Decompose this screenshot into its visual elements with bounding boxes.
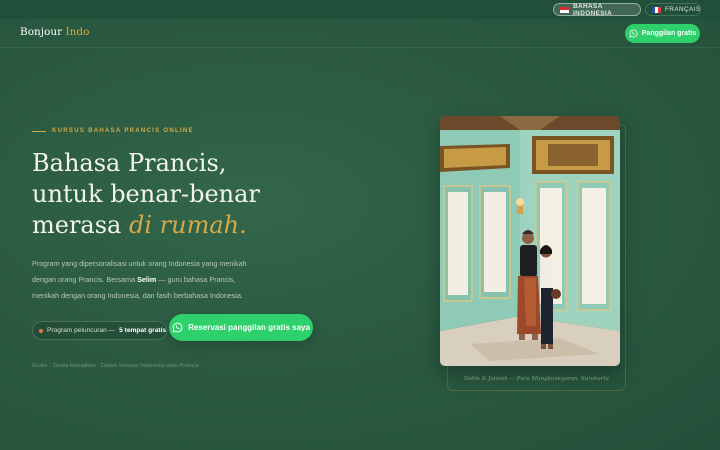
launch-badge: Program peluncuran — 5 tempat gratis [32,321,167,340]
lang-french-button[interactable]: FRANÇAIS [645,3,701,16]
headline-line1: Bahasa Prancis, [32,149,227,177]
desc-name: Selim [137,275,157,284]
eyebrow: KURSUS BAHASA PRANCIS ONLINE [32,128,194,134]
logo-main: Bonjour [20,26,63,38]
couple-photo [440,116,620,366]
headline-line3: merasa [32,211,129,239]
whatsapp-icon [629,29,638,38]
flag-id-icon [560,6,569,13]
free-call-button[interactable]: Panggilan gratis [625,24,700,43]
trust-line: Gratis · Tanpa kewajiban · Dalam bahasa … [32,363,199,369]
headline-line2: untuk benar-benar [32,180,260,208]
reserve-call-label: Reservasi panggilan gratis saya [188,323,310,332]
logo-accent: Indo [65,26,90,38]
flag-fr-icon [652,6,661,13]
lang-indonesian-label: BAHASA INDONESIA [573,2,613,17]
lang-indonesian-button[interactable]: BAHASA INDONESIA [553,2,641,17]
reserve-call-button[interactable]: Reservasi panggilan gratis saya [169,314,313,341]
dot-icon [39,328,43,333]
eyebrow-text: KURSUS BAHASA PRANCIS ONLINE [52,128,194,134]
hero-headline: Bahasa Prancis, untuk benar-benar merasa… [32,148,352,241]
launch-bold: 5 tempat gratis [119,327,167,334]
logo[interactable]: Bonjour Indo [20,26,89,38]
language-bar: BAHASA INDONESIA FRANÇAIS [0,0,720,19]
eyebrow-line [32,130,46,132]
hero-description: Program yang dipersonalisasi untuk orang… [32,256,264,304]
lang-french-label: FRANÇAIS [665,6,701,13]
launch-label: Program peluncuran — [47,327,116,334]
photo-caption: Selim & Jannah — Pura Mangkunegaran, Sur… [464,376,609,382]
whatsapp-icon [172,322,183,333]
site-header: Bonjour Indo Panggilan gratis [0,19,720,48]
photo-illustration [440,116,620,366]
headline-italic: di rumah. [129,211,247,239]
free-call-label: Panggilan gratis [641,30,697,37]
